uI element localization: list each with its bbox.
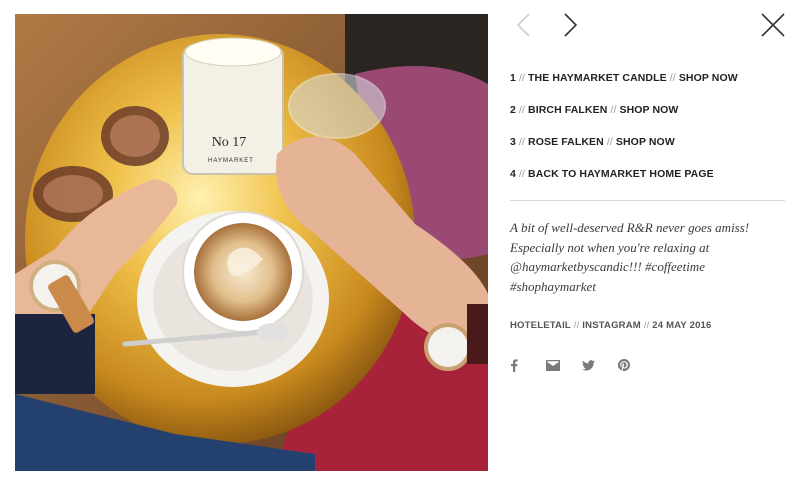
share-email-button[interactable] [546, 357, 582, 373]
product-link-3[interactable]: 3 // ROSE FALKEN // SHOP NOW [510, 135, 738, 167]
post-meta: HOTELETAIL // INSTAGRAM // 24 MAY 2016 [510, 320, 712, 331]
share-pinterest-button[interactable] [618, 357, 654, 373]
shop-now-link[interactable]: SHOP NOW [679, 72, 738, 84]
chevron-right-icon [564, 13, 578, 37]
facebook-icon [511, 358, 518, 372]
link-separator: // [515, 136, 529, 148]
link-separator: // [515, 168, 529, 180]
share-bar [510, 357, 654, 373]
link-label: ROSE FALKEN [528, 136, 604, 148]
meta-separator: // [640, 320, 653, 331]
share-facebook-button[interactable] [510, 357, 546, 373]
link-separator: // [603, 136, 616, 148]
close-icon [761, 13, 785, 37]
post-author[interactable]: HOTELETAIL [510, 320, 571, 331]
link-separator: // [515, 104, 529, 116]
chevron-left-icon [516, 13, 530, 37]
meta-separator: // [570, 320, 583, 331]
instagram-photo: No 17 HAYMARKET [15, 14, 488, 471]
link-separator: // [515, 72, 529, 84]
email-icon [546, 359, 560, 371]
caption-line: @haymarketbyscandic!!! #coffeetime [510, 259, 705, 274]
pinterest-icon [618, 359, 630, 371]
caption-line: A bit of well-deserved R&R never goes am… [510, 220, 750, 235]
link-label: BIRCH FALKEN [528, 104, 608, 116]
home-page-link[interactable]: 4 // BACK TO HAYMARKET HOME PAGE [510, 167, 738, 199]
detail-panel: 1 // THE HAYMARKET CANDLE // SHOP NOW 2 … [488, 0, 800, 486]
close-button[interactable] [760, 12, 786, 38]
link-separator: // [666, 72, 679, 84]
caption-line: Especially not when you're relaxing at [510, 239, 710, 255]
post-date: 24 MAY 2016 [652, 320, 712, 331]
caption-line: #shophaymarket [510, 278, 596, 294]
divider [510, 200, 785, 201]
link-separator: // [607, 104, 620, 116]
post-source[interactable]: INSTAGRAM [582, 320, 641, 331]
share-twitter-button[interactable] [582, 357, 618, 373]
shop-now-link[interactable]: SHOP NOW [616, 136, 675, 148]
product-link-1[interactable]: 1 // THE HAYMARKET CANDLE // SHOP NOW [510, 71, 738, 103]
product-link-2[interactable]: 2 // BIRCH FALKEN // SHOP NOW [510, 103, 738, 135]
link-label: THE HAYMARKET CANDLE [528, 72, 667, 84]
product-links: 1 // THE HAYMARKET CANDLE // SHOP NOW 2 … [510, 71, 738, 199]
candle-label-number: No 17 [212, 135, 247, 150]
previous-button[interactable] [514, 12, 534, 38]
candle-label-brand: HAYMARKET [208, 158, 254, 164]
link-label: BACK TO HAYMARKET HOME PAGE [528, 168, 714, 180]
post-caption: A bit of well-deserved R&R never goes am… [510, 218, 782, 296]
shop-now-link[interactable]: SHOP NOW [619, 104, 678, 116]
next-button[interactable] [560, 12, 580, 38]
twitter-icon [582, 359, 595, 371]
